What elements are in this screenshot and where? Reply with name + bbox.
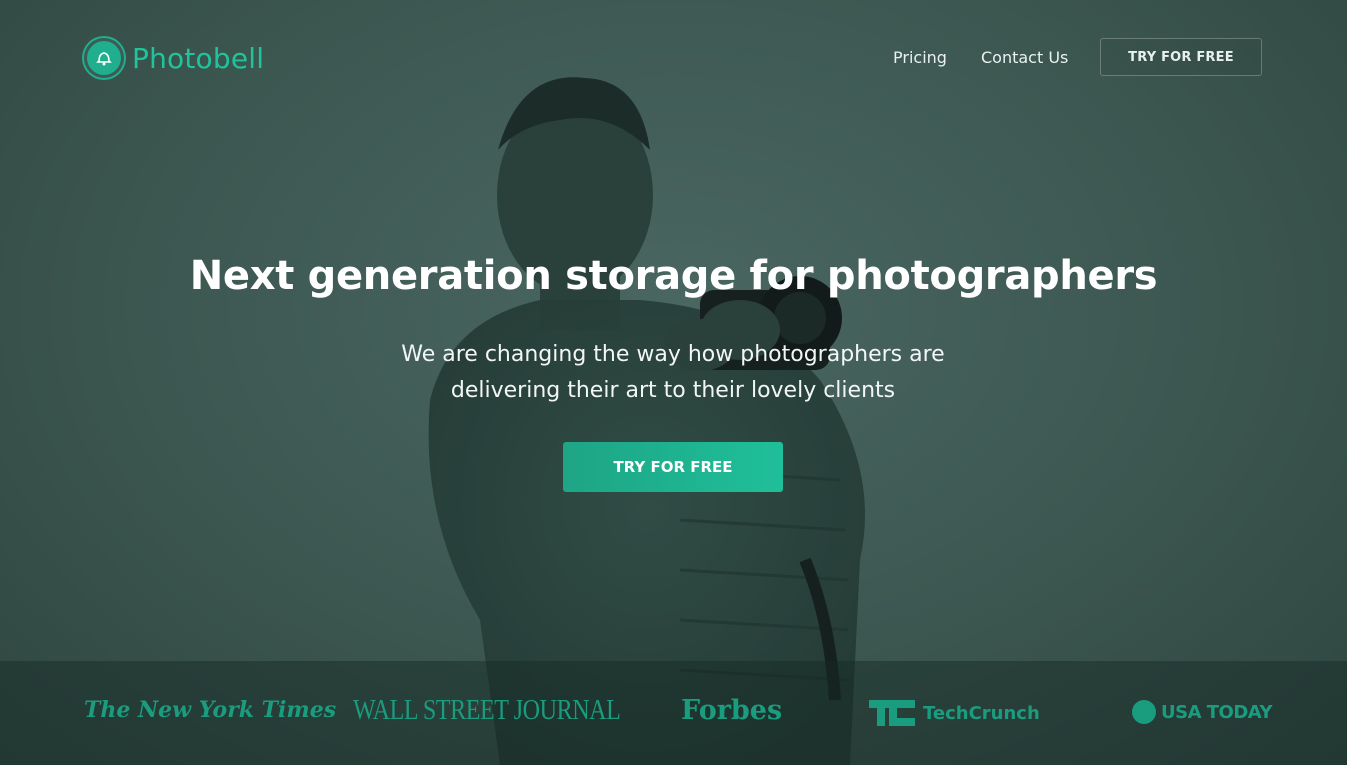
press-logo-wall-street-journal: WALL STREET JOURNAL [353,695,621,726]
nav-link-pricing[interactable]: Pricing [893,48,947,67]
techcrunch-mark-icon [869,700,915,726]
nav-try-for-free-button[interactable]: TRY FOR FREE [1100,38,1262,76]
press-logo-techcrunch: TechCrunch [869,700,1040,726]
hero-try-for-free-button[interactable]: TRY FOR FREE [563,442,783,492]
brand-logo[interactable]: Photobell [84,38,264,78]
bell-icon [84,38,124,78]
usa-today-dot-icon [1132,700,1156,724]
hero-subheadline-line-1: We are changing the way how photographer… [401,342,945,367]
press-logo-forbes: Forbes [681,695,783,726]
brand-name: Photobell [132,41,265,75]
usa-today-text: USA TODAY [1161,701,1273,723]
techcrunch-text: TechCrunch [923,702,1040,724]
top-navigation: Photobell Pricing Contact Us TRY FOR FRE… [0,0,1347,116]
hero-headline: Next generation storage for photographer… [189,253,1158,299]
press-logo-new-york-times: The New York Times [84,697,337,723]
hero-subheadline-line-2: delivering their art to their lovely cli… [450,378,896,403]
hero-subheadline: We are changing the way how photographer… [373,337,973,409]
press-logo-usa-today: USA TODAY [1132,700,1273,724]
nav-link-contact-us[interactable]: Contact Us [981,48,1068,67]
